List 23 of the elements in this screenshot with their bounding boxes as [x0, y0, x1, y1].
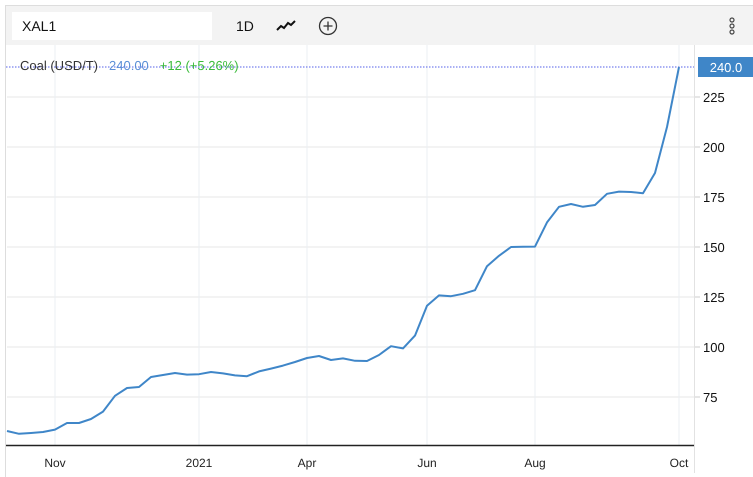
more-icon[interactable]: [729, 16, 735, 34]
period-button[interactable]: 1D: [230, 14, 260, 38]
y-axis-label: 75: [703, 390, 718, 405]
y-axis-label: 125: [703, 290, 725, 305]
price-change: +12 (+5.26%): [160, 58, 239, 73]
series-name: Coal (USD/T): [20, 58, 98, 73]
x-axis-label: 2021: [186, 456, 212, 470]
price-tag-label: 240.0: [710, 60, 742, 75]
x-axis-label: Aug: [524, 456, 546, 470]
x-axis-label: Jun: [417, 456, 437, 470]
price-tag: [698, 57, 753, 77]
y-axis-label: 200: [703, 140, 725, 155]
y-axis-label: 100: [703, 340, 725, 355]
y-axis-label: 175: [703, 190, 725, 205]
y-axis-label: 150: [703, 240, 725, 255]
y-axis-label: 225: [703, 90, 725, 105]
x-axis-label: Nov: [44, 456, 66, 470]
add-icon[interactable]: [318, 16, 338, 36]
x-axis-label: Oct: [670, 456, 688, 470]
line-chart-icon[interactable]: [276, 20, 296, 32]
x-axis-label: Apr: [298, 456, 316, 470]
price-value: 240.00: [109, 58, 149, 73]
symbol-field[interactable]: XAL1: [12, 12, 212, 40]
